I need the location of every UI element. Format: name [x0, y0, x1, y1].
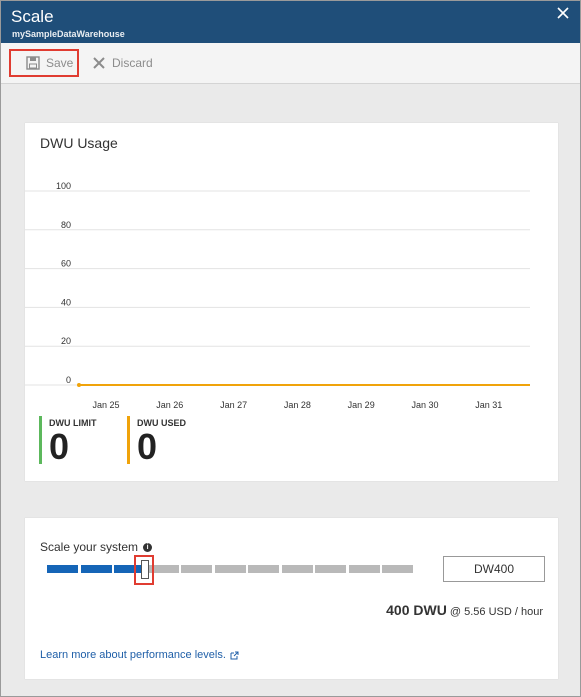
blade-header: Scale mySampleDataWarehouse	[1, 1, 580, 43]
slider-thumb[interactable]	[141, 560, 149, 579]
series-point	[77, 383, 81, 387]
dwu-limit-value: 0	[49, 426, 70, 467]
price-text: 400 DWU @ 5.56 USD / hour	[386, 602, 543, 618]
x-tick-label: Jan 25	[92, 400, 119, 410]
learn-more-link[interactable]: Learn more about performance levels.	[40, 649, 239, 661]
save-icon	[26, 56, 40, 70]
slider-segment[interactable]	[281, 565, 313, 573]
scale-label: Scale your system i	[40, 540, 153, 554]
x-tick-label: Jan 29	[348, 400, 375, 410]
discard-icon	[92, 56, 106, 70]
slider-segment[interactable]	[348, 565, 380, 573]
x-tick-label: Jan 28	[284, 400, 311, 410]
y-tick-label: 100	[56, 181, 71, 191]
slider-segment[interactable]	[214, 565, 246, 573]
dwu-limit-metric: DWU LIMIT 0	[39, 416, 97, 467]
info-icon[interactable]: i	[143, 542, 153, 552]
dwu-slider-handle[interactable]	[134, 555, 154, 585]
y-tick-label: 80	[61, 220, 71, 230]
x-tick-label: Jan 27	[220, 400, 247, 410]
x-tick-label: Jan 30	[411, 400, 438, 410]
dwu-usage-chart: 0 20 40 60 80 100 Jan 25 Jan 26 Jan 27 Jan 28 Jan …	[25, 181, 530, 410]
dwu-slider-track[interactable]	[47, 565, 417, 573]
dwu-amount: 400 DWU	[386, 602, 447, 618]
slider-segment[interactable]	[47, 565, 78, 573]
save-label: Save	[46, 56, 74, 70]
discard-label: Discard	[112, 56, 153, 70]
blade-title: Scale	[11, 7, 54, 26]
command-bar: Save Discard	[1, 43, 580, 84]
x-tick-label: Jan 26	[156, 400, 183, 410]
scale-label-text: Scale your system	[40, 540, 139, 554]
y-tick-label: 40	[61, 297, 71, 307]
dwu-usage-card[interactable]: DWU Usage 0 20 40 60 80 100 Jan 25 Jan 26 Jan 27…	[25, 123, 558, 481]
slider-segment[interactable]	[80, 565, 112, 573]
price-rate: @ 5.56 USD / hour	[449, 606, 543, 618]
learn-more-text[interactable]: Learn more about performance levels.	[40, 649, 226, 661]
blade-subtitle: mySampleDataWarehouse	[12, 29, 125, 39]
external-link-icon	[230, 651, 239, 660]
discard-button[interactable]: Discard	[90, 49, 172, 77]
slider-segment[interactable]	[382, 565, 413, 573]
y-tick-label: 0	[66, 375, 71, 385]
slider-segment[interactable]	[315, 565, 346, 573]
y-tick-label: 20	[61, 336, 71, 346]
slider-segment[interactable]	[181, 565, 212, 573]
x-tick-label: Jan 31	[475, 400, 502, 410]
dwu-used-metric: DWU USED 0	[127, 416, 186, 467]
dwu-used-value: 0	[137, 426, 158, 467]
save-button[interactable]: Save	[9, 49, 79, 77]
close-icon[interactable]	[556, 6, 570, 20]
scale-card: Scale your system i DW400 400 DWU @ 5.56…	[25, 518, 558, 679]
dw-level-field[interactable]: DW400	[443, 556, 545, 582]
y-tick-label: 60	[61, 259, 71, 269]
slider-segment[interactable]	[248, 565, 279, 573]
scale-blade: Scale mySampleDataWarehouse Save Discard…	[0, 0, 581, 697]
